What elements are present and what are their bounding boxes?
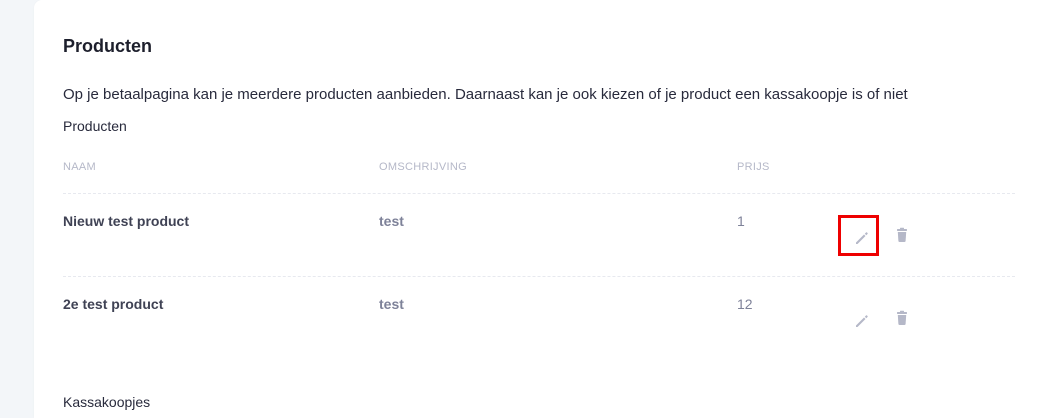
table-divider [63, 193, 1015, 194]
products-card: Producten Op je betaalpagina kan je meer… [34, 0, 1051, 418]
product-price: 12 [737, 296, 753, 312]
column-header-prijs: PRIJS [737, 161, 770, 173]
trash-icon[interactable] [893, 226, 911, 244]
trash-icon[interactable] [893, 309, 911, 327]
column-header-naam: NAAM [63, 161, 96, 173]
page-description: Op je betaalpagina kan je meerdere produ… [63, 86, 908, 103]
table-divider [63, 276, 1015, 277]
product-name: Nieuw test product [63, 213, 190, 229]
pencil-icon[interactable] [853, 229, 871, 247]
product-description: test [379, 213, 404, 229]
kassakoopjes-heading: Kassakoopjes [63, 394, 151, 410]
product-name: 2e test product [63, 296, 164, 312]
product-price: 1 [737, 213, 745, 229]
pencil-icon[interactable] [853, 312, 871, 330]
product-description: test [379, 296, 404, 312]
page-title: Producten [63, 36, 153, 56]
column-header-omschrijving: OMSCHRIJVING [379, 161, 467, 173]
products-subheading: Producten [63, 118, 127, 134]
